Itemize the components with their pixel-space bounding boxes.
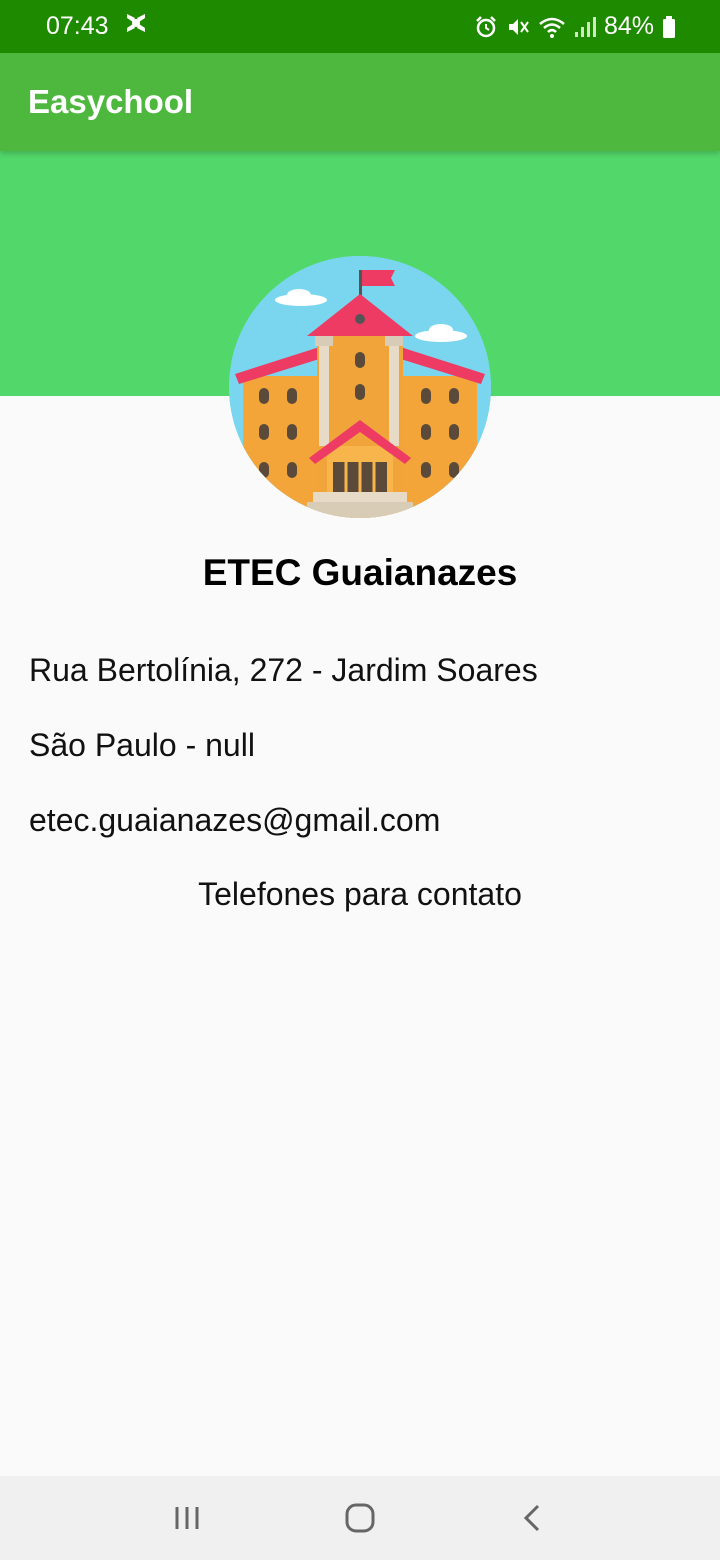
status-bar: 07:43 84% bbox=[0, 0, 720, 53]
school-address: Rua Bertolínia, 272 - Jardim Soares bbox=[29, 652, 538, 688]
recents-button[interactable] bbox=[157, 1488, 217, 1548]
recents-icon bbox=[175, 1507, 199, 1529]
notification-icon bbox=[123, 10, 149, 43]
signal-icon bbox=[574, 15, 596, 39]
school-name: ETEC Guaianazes bbox=[202, 552, 518, 593]
alarm-icon bbox=[474, 15, 498, 39]
app-title: Easychool bbox=[28, 83, 194, 120]
back-button[interactable] bbox=[503, 1488, 563, 1548]
phones-label: Telefones para contato bbox=[198, 876, 522, 912]
status-right: 84% bbox=[474, 12, 676, 41]
system-nav-bar bbox=[0, 1476, 720, 1560]
school-email[interactable]: etec.guaianazes@gmail.com bbox=[29, 802, 440, 839]
mute-icon bbox=[506, 15, 530, 39]
battery-icon bbox=[662, 15, 676, 39]
home-button[interactable] bbox=[330, 1488, 390, 1548]
status-left: 07:43 bbox=[46, 10, 149, 43]
wifi-icon bbox=[538, 15, 566, 39]
home-icon bbox=[345, 1503, 375, 1533]
battery-percent: 84% bbox=[603, 12, 654, 40]
back-icon bbox=[524, 1504, 540, 1532]
app-bar: Easychool bbox=[0, 53, 720, 151]
status-time: 07:43 bbox=[46, 12, 109, 40]
school-image bbox=[229, 256, 491, 518]
school-city-state: São Paulo - null bbox=[29, 727, 255, 763]
